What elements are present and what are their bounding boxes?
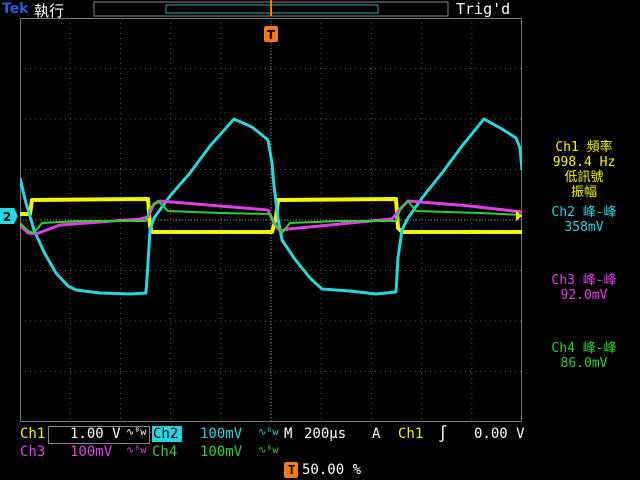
measurement-channel: Ch1 <box>555 140 579 155</box>
measurement-channel: Ch3 <box>551 273 575 288</box>
measurement-name: 頻率 <box>586 140 613 155</box>
ch1-bw-limit-icon: ∿ᴮw <box>126 427 147 438</box>
graticule <box>18 18 524 422</box>
trigger-mode: A <box>372 426 381 442</box>
measurement-ch1: Ch1 頻率 998.4 Hz 低訊號 振幅 <box>528 140 640 200</box>
measurement-value: 86.0mV <box>560 356 608 371</box>
measurement-note: 低訊號 <box>564 170 604 185</box>
measurement-name: 峰-峰 <box>582 273 617 288</box>
rising-edge-icon: ∫ <box>438 424 448 443</box>
measurement-ch2: Ch2 峰-峰 358mV <box>528 205 640 235</box>
measurement-note: 振幅 <box>570 185 597 200</box>
ch2-label[interactable]: Ch2 <box>153 426 178 442</box>
measurement-panel: Ch1 頻率 998.4 Hz 低訊號 振幅 Ch2 峰-峰 358mV Ch3… <box>528 140 640 371</box>
svg-text:2: 2 <box>3 210 11 224</box>
measurement-channel: Ch2 <box>551 205 575 220</box>
trigger-position-value: 50.00 % <box>302 462 362 478</box>
ch4-scale[interactable]: 100mV <box>200 444 242 460</box>
ch4-bw-limit-icon: ∿ᴮw <box>258 445 279 456</box>
measurement-ch4: Ch4 峰-峰 86.0mV <box>528 341 640 371</box>
measurement-value: 998.4 Hz <box>552 155 616 170</box>
ch2-scale[interactable]: 100mV <box>200 426 242 442</box>
trigger-level[interactable]: 0.00 V <box>474 426 525 442</box>
timebase-value[interactable]: 200µs <box>304 426 346 442</box>
trigger-position-glyph: T <box>288 463 296 477</box>
trigger-source[interactable]: Ch1 <box>398 426 423 442</box>
ch3-bw-limit-icon: ∿ᴮw <box>126 445 147 456</box>
ch3-scale[interactable]: 100mV <box>70 444 112 460</box>
ch1-label[interactable]: Ch1 <box>20 426 45 442</box>
ch1-scale[interactable]: 1.00 V <box>70 426 121 442</box>
ch2-ground-marker: 2 <box>0 208 18 224</box>
measurement-name: 峰-峰 <box>582 205 617 220</box>
ch3-label[interactable]: Ch3 <box>20 444 45 460</box>
trigger-status: Trig'd <box>456 0 511 18</box>
measurement-value: 358mV <box>564 220 604 235</box>
ch2-bw-limit-icon: ∿ᴮw <box>258 427 279 438</box>
measurement-channel: Ch4 <box>551 341 575 356</box>
ch4-label[interactable]: Ch4 <box>152 444 177 460</box>
timebase-label: M <box>284 426 293 442</box>
waveform-display <box>18 18 524 422</box>
measurement-ch3: Ch3 峰-峰 92.0mV <box>528 273 640 303</box>
measurement-name: 峰-峰 <box>582 341 617 356</box>
record-position-bar <box>93 0 449 17</box>
top-status-bar: Tek 執行 Trig'd <box>0 0 640 20</box>
measurement-value: 92.0mV <box>560 288 608 303</box>
